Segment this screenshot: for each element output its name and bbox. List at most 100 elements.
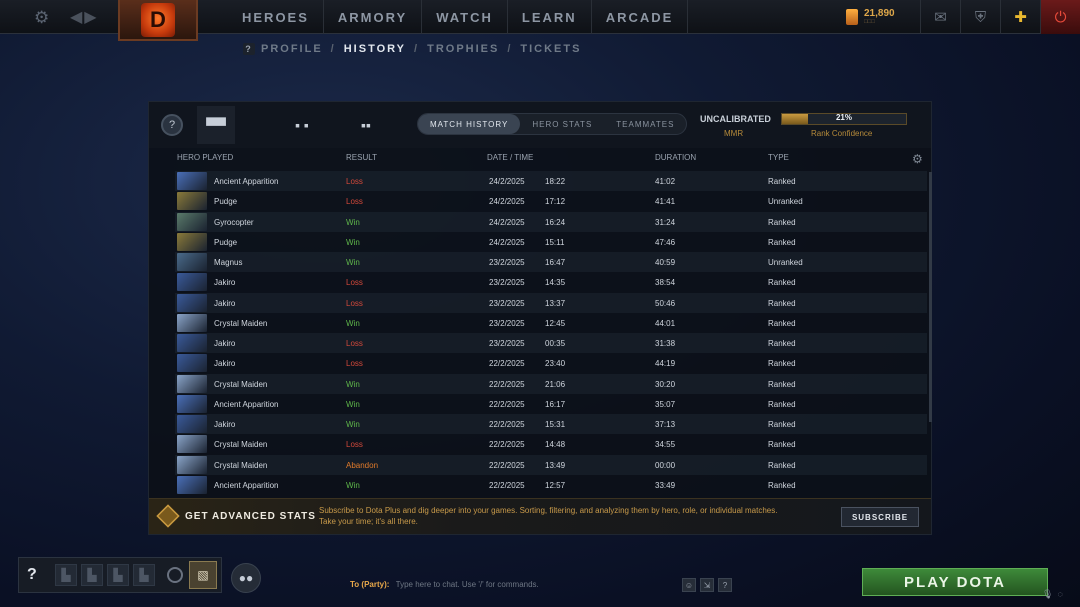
settings-icon[interactable]: ⚙: [34, 8, 49, 28]
party-slot[interactable]: ▙: [107, 564, 129, 586]
help-icon[interactable]: ?: [27, 566, 49, 588]
table-row[interactable]: Jakiro Loss 23/2/2025 14:35 38:54 Ranked: [175, 272, 927, 292]
scrollbar[interactable]: [929, 172, 932, 422]
nav-armory[interactable]: ARMORY: [324, 0, 423, 34]
table-row[interactable]: Jakiro Win 22/2/2025 15:31 37:13 Ranked: [175, 414, 927, 434]
nav-arrows[interactable]: ◀▶: [70, 7, 99, 27]
match-result: Loss: [346, 278, 363, 288]
table-row[interactable]: Pudge Win 24/2/2025 15:11 47:46 Ranked: [175, 232, 927, 252]
hero-portrait: [177, 273, 207, 292]
match-duration: 38:54: [655, 278, 676, 288]
match-date: 22/2/2025: [489, 480, 525, 490]
table-row[interactable]: Jakiro Loss 22/2/2025 23:40 44:19 Ranked: [175, 353, 927, 373]
match-date: 22/2/2025: [489, 440, 525, 450]
expand-icon[interactable]: ⇲: [700, 578, 714, 592]
table-row[interactable]: Ancient Apparition Loss 24/2/2025 18:22 41:0…: [175, 171, 927, 191]
table-row[interactable]: Magnus Win 23/2/2025 16:47 40:59 Unranked: [175, 252, 927, 272]
col-duration[interactable]: DURATION: [655, 153, 696, 162]
match-duration: 30:20: [655, 379, 676, 389]
hero-portrait: [177, 455, 207, 474]
play-dota-button[interactable]: PLAY DOTA: [862, 568, 1048, 596]
match-result: Win: [346, 379, 360, 389]
tab-match-history[interactable]: MATCH HISTORY: [418, 114, 521, 134]
hero-name: Jakiro: [214, 298, 236, 308]
match-type: Ranked: [768, 460, 796, 470]
plus-icon[interactable]: ✚: [1000, 0, 1040, 34]
hero-portrait: [177, 394, 207, 413]
table-row[interactable]: Jakiro Loss 23/2/2025 00:35 31:38 Ranked: [175, 333, 927, 353]
match-time: 12:45: [545, 318, 566, 328]
match-time: 21:06: [545, 379, 566, 389]
nav-watch[interactable]: WATCH: [422, 0, 508, 34]
tab-history[interactable]: HISTORY: [344, 43, 406, 55]
match-result: Win: [346, 399, 360, 409]
filter-all-icon[interactable]: ▀▀: [197, 106, 235, 144]
table-row[interactable]: Ancient Apparition Win 22/2/2025 16:17 35:07…: [175, 394, 927, 414]
filter-slot-icon[interactable]: ▪▪: [347, 106, 385, 144]
col-date-time[interactable]: DATE / TIME: [487, 153, 533, 162]
chat-icons: ☺ ⇲ ?: [682, 578, 732, 592]
dota-logo[interactable]: D: [118, 0, 198, 41]
match-date: 24/2/2025: [489, 197, 525, 207]
hero-portrait: [177, 354, 207, 373]
match-date: 23/2/2025: [489, 318, 525, 328]
microphone-icon[interactable]: 🎙: [1042, 589, 1053, 600]
panel-header: ? ▀▀ ▪ ▪ ▪▪ MATCH HISTORY HERO STATS TEA…: [149, 102, 931, 148]
col-result[interactable]: RESULT: [346, 153, 377, 162]
nav-heroes[interactable]: HEROES: [228, 0, 324, 34]
gear-icon[interactable]: ⚙: [912, 152, 923, 166]
mail-icon[interactable]: ✉: [920, 0, 960, 34]
table-row[interactable]: Crystal Maiden Win 22/2/2025 21:06 30:20 Rank…: [175, 373, 927, 394]
party-slot[interactable]: ▙: [81, 564, 103, 586]
match-time: 23:40: [545, 359, 566, 369]
separator: /: [414, 43, 420, 55]
table-row[interactable]: Crystal Maiden Win 23/2/2025 12:45 44:01 Rank…: [175, 313, 927, 333]
table-row[interactable]: Crystal Maiden Abandon 22/2/2025 13:49 00:00…: [175, 454, 927, 475]
chat-input[interactable]: [395, 580, 656, 589]
table-row[interactable]: Jakiro Loss 23/2/2025 13:37 50:46 Ranked: [175, 292, 927, 313]
table-row[interactable]: Ancient Apparition Win 22/2/2025 12:57 33:49…: [175, 475, 927, 495]
nav-learn[interactable]: LEARN: [508, 0, 592, 34]
table-row[interactable]: Gyrocopter Win 24/2/2025 16:24 31:24 Ranked: [175, 211, 927, 232]
match-type: Ranked: [768, 399, 796, 409]
table-row[interactable]: Crystal Maiden Loss 22/2/2025 14:48 34:55 Ran…: [175, 434, 927, 454]
chat-channel-label[interactable]: To (Party):: [350, 580, 389, 589]
tab-teammates[interactable]: TEAMMATES: [604, 114, 686, 134]
table-row[interactable]: Pudge Loss 24/2/2025 17:12 41:41 Unranked: [175, 191, 927, 211]
nav-arcade[interactable]: ARCADE: [592, 0, 689, 34]
subscribe-button[interactable]: SUBSCRIBE: [841, 507, 919, 527]
shield-banner-icon[interactable]: ⛨: [960, 0, 1000, 34]
hero-name: Jakiro: [214, 278, 236, 288]
match-duration: 44:01: [655, 318, 676, 328]
party-slot[interactable]: ▙: [133, 564, 155, 586]
refresh-icon[interactable]: [167, 567, 183, 583]
tab-profile[interactable]: PROFILE: [261, 43, 323, 55]
dota-plus-icon: [156, 504, 180, 528]
help-icon[interactable]: ?: [718, 578, 732, 592]
power-icon[interactable]: ⏻: [1040, 0, 1080, 34]
match-duration: 31:38: [655, 339, 676, 348]
hero-name: Crystal Maiden: [214, 318, 268, 328]
match-date: 23/2/2025: [489, 339, 525, 348]
friends-icon[interactable]: ●●: [231, 563, 261, 593]
col-hero-played[interactable]: HERO PLAYED: [177, 153, 233, 162]
hero-name: Jakiro: [214, 420, 236, 429]
filter-slot-icon[interactable]: ▪ ▪: [283, 106, 321, 144]
tab-tickets[interactable]: TICKETS: [520, 43, 581, 55]
table-header: HERO PLAYED RESULT DATE / TIME DURATION …: [149, 153, 931, 167]
tab-trophies[interactable]: TROPHIES: [427, 43, 499, 55]
match-date: 24/2/2025: [489, 217, 525, 227]
help-badge-icon[interactable]: ?: [161, 114, 183, 136]
party-slot[interactable]: ▙: [55, 564, 77, 586]
tab-hero-stats[interactable]: HERO STATS: [520, 114, 604, 134]
match-duration: 41:41: [655, 197, 676, 207]
history-segmented-control: MATCH HISTORY HERO STATS TEAMMATES: [417, 113, 688, 135]
mmr-label: MMR: [724, 129, 744, 138]
player-avatar[interactable]: ▧: [189, 561, 217, 589]
help-icon[interactable]: ?: [243, 43, 255, 55]
match-result: Loss: [346, 440, 363, 450]
emoji-icon[interactable]: ☺: [682, 578, 696, 592]
shards-balance[interactable]: 21,890 □□□: [846, 8, 895, 25]
match-type: Ranked: [768, 420, 796, 429]
col-type[interactable]: TYPE: [768, 153, 789, 162]
